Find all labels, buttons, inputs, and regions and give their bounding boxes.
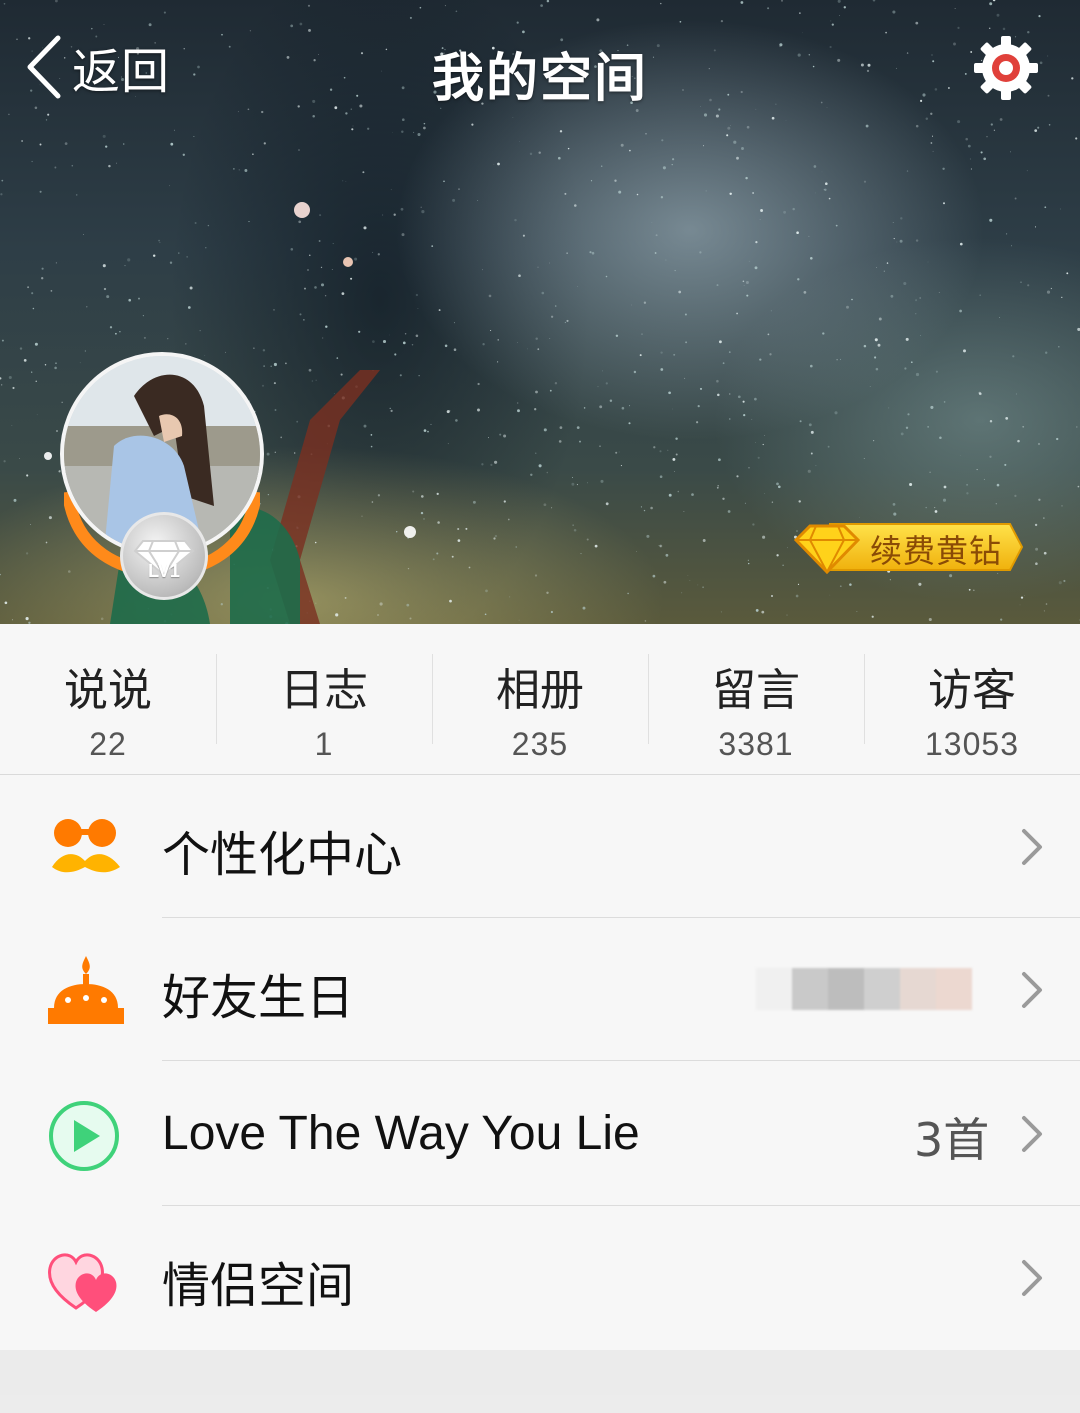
- chevron-right-icon: [1022, 972, 1042, 1008]
- chevron-right-icon: [1022, 829, 1042, 865]
- vip-label: 续费黄钻: [870, 532, 1003, 570]
- menu-item-personalization[interactable]: 个性化中心: [0, 775, 1080, 918]
- stat-messages[interactable]: 留言 3381: [648, 624, 864, 774]
- chevron-right-icon: [1022, 1260, 1042, 1296]
- menu-label: Love The Way You Lie: [162, 1107, 640, 1160]
- menu-label: 个性化中心: [162, 827, 403, 883]
- stat-blog[interactable]: 日志 1: [216, 624, 432, 774]
- cover-image: 返回 我的空间 LV1 续费黄钻: [0, 0, 1080, 624]
- stat-albums[interactable]: 相册 235: [432, 624, 648, 774]
- menu-item-couple-space[interactable]: 情侣空间: [0, 1206, 1080, 1349]
- stat-visitors[interactable]: 访客 13053: [864, 624, 1080, 774]
- stat-value: 22: [89, 726, 127, 762]
- stat-label: 说说: [64, 665, 152, 716]
- stat-label: 留言: [712, 665, 800, 716]
- menu-label: 好友生日: [162, 970, 355, 1026]
- stats-bar: 说说 22 日志 1 相册 235 留言 3381 访客 13053: [0, 624, 1080, 775]
- menu-item-music[interactable]: Love The Way You Lie 3首: [0, 1062, 1080, 1205]
- mustache-glasses-icon: [52, 819, 120, 873]
- stat-posts[interactable]: 说说 22: [0, 624, 216, 774]
- stat-label: 日志: [280, 665, 368, 716]
- blurred-friend-preview: [756, 968, 972, 1010]
- stat-label: 访客: [928, 665, 1016, 716]
- level-text: LV1: [148, 561, 180, 581]
- menu-label: 情侣空间: [162, 1258, 355, 1314]
- level-badge[interactable]: LV1: [120, 512, 208, 600]
- stat-value: 3381: [718, 726, 794, 762]
- song-count: 3首: [914, 1113, 990, 1167]
- top-nav-bar: 返回 我的空间: [0, 0, 1080, 135]
- stat-value: 13053: [925, 726, 1019, 762]
- stat-value: 1: [314, 726, 334, 762]
- stat-label: 相册: [496, 665, 584, 716]
- hearts-icon: [48, 1253, 117, 1312]
- divider: [162, 1060, 1080, 1061]
- renew-vip-button[interactable]: 续费黄钻: [790, 518, 1026, 576]
- bottom-spacer: [0, 1350, 1080, 1395]
- gear-icon[interactable]: [972, 34, 1040, 102]
- menu-item-birthdays[interactable]: 好友生日: [0, 918, 1080, 1061]
- birthday-cake-icon: [48, 956, 124, 1024]
- diamond-icon: [133, 540, 195, 577]
- chevron-right-icon: [1022, 1116, 1042, 1152]
- play-icon: [49, 1101, 119, 1171]
- page-title: 我的空间: [431, 49, 648, 109]
- menu-list: 个性化中心 好友生日 Love The Way You Lie 3首 情侣空间: [0, 775, 1080, 1350]
- stat-value: 235: [511, 726, 569, 762]
- profile-avatar-block[interactable]: LV1: [60, 352, 264, 600]
